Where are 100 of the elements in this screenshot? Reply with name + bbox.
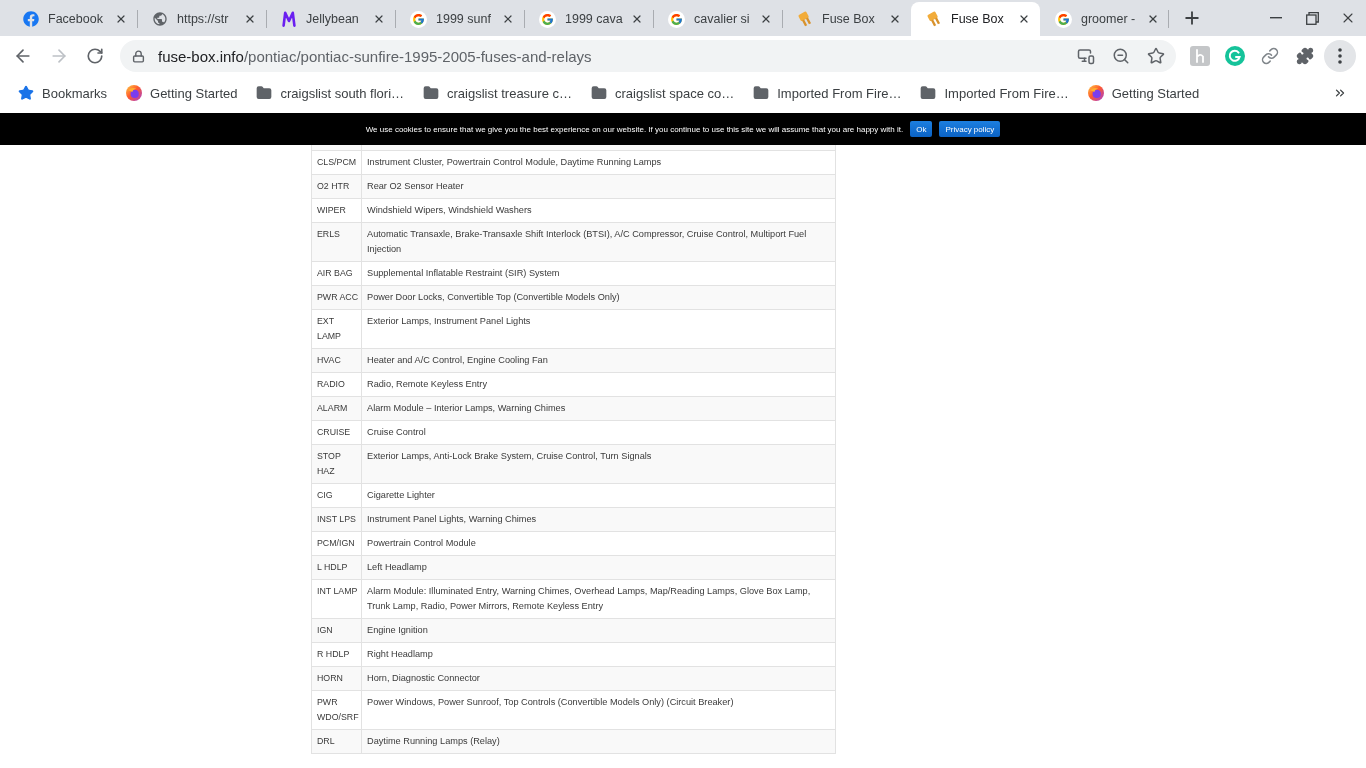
fuse-icon [926,11,942,27]
bookmark-button[interactable]: craigslist treasure c… [415,79,580,107]
url-text: fuse-box.info/pontiac/pontiac-sunfire-1995-2005-fuses-and-relays [158,47,592,65]
extension-tile-icon [1190,46,1210,66]
double-chevron-icon [1333,86,1347,100]
cookie-button[interactable]: Privacy policy [939,121,1001,137]
bookmark-button[interactable]: Getting Started [118,79,246,107]
table-cell: Heater and A/C Control, Engine Cooling Fan [361,348,836,372]
bookmark-button[interactable]: craigslist space co… [583,79,743,107]
browser-tab[interactable]: groomer - [1040,2,1169,36]
table-cell: Right Headlamp [361,642,836,666]
google-icon [539,10,556,28]
google-icon [1055,10,1072,28]
close-icon [631,13,643,25]
cookie-button[interactable]: Ok [910,121,933,137]
bookmark-button[interactable]: Bookmarks [10,79,116,107]
table-cell: WIPER [311,198,362,222]
facebook-icon [23,11,39,27]
table-cell: R HDLP [311,642,362,666]
browser-tab[interactable]: Jellybean [266,2,395,36]
reload-icon [86,47,104,65]
table-cell: PWR ACC [311,285,362,309]
close-icon [889,13,901,25]
close-icon [502,13,514,25]
zoom-out-icon [1112,47,1130,65]
folder-icon [256,85,273,101]
table-cell: Power Door Locks, Convertible Top (Convertible Models Only) [361,285,836,309]
g-circle-icon [1225,46,1245,66]
table-cell: Horn, Diagnostic Connector [361,666,836,690]
table-cell: Engine Ignition [361,618,836,642]
table-cell: Alarm Module – Interior Lamps, Warning Chimes [361,396,836,420]
folder-icon [920,85,937,101]
table-cell: DRL [311,729,362,753]
table-cell: IGN [311,618,362,642]
bookmark-button[interactable]: Imported From Fire… [745,79,910,107]
table-cell: EXT LAMP [311,309,362,348]
table-cell: Instrument Cluster, Powertrain Control Module, Daytime Running Lamps [361,150,836,174]
plus-icon [1182,8,1202,28]
browser-tab[interactable]: 1999 cava [524,2,653,36]
puzzle-icon [1296,47,1314,65]
google-icon [668,10,685,28]
close-icon [244,13,256,25]
star-icon [1147,47,1165,65]
devices-icon [1077,47,1095,65]
cookie-notice-text: We use cookies to ensure that we give you the best experience on our website. If you continue to use this site we will assume that you are happy with it. [365,124,904,134]
firefox-icon [1087,85,1104,101]
table-cell: CRUISE [311,420,362,444]
globe-icon [152,11,168,27]
browser-tab[interactable]: Fuse Box [782,2,911,36]
table-cell: PCM/IGN [311,531,362,555]
bookmark-button[interactable]: Imported From Fire… [912,79,1077,107]
table-cell: Supplemental Inflatable Restraint (SIR) System [361,261,836,285]
close-icon [1018,13,1030,25]
table-cell: PWR WDO/SRF [311,690,362,729]
table-cell: Power Windows, Power Sunroof, Top Controls (Convertible Models Only) (Circuit Breaker) [361,690,836,729]
table-cell: Rear O2 Sensor Heater [361,174,836,198]
table-cell: L HDLP [311,555,362,579]
browser-tab[interactable]: Fuse Box [911,2,1040,36]
close-icon [1147,13,1159,25]
folder-icon [423,85,440,101]
table-cell: Powertrain Control Module [361,531,836,555]
bookmark-button[interactable]: craigslist south flori… [248,79,413,107]
table-cell: HORN [311,666,362,690]
table-cell: Cruise Control [361,420,836,444]
star-icon [18,85,34,101]
minimize-icon [1270,17,1282,19]
m-logo-icon [281,11,297,27]
table-cell: AIR BAG [311,261,362,285]
table-cell: Exterior Lamps, Instrument Panel Lights [361,309,836,348]
menu-icon [1338,48,1342,64]
close-icon [373,13,385,25]
table-cell: Alarm Module: Illuminated Entry, Warning Chimes, Overhead Lamps, Map/Reading Lamps, Glove Box Lamp, Trunk Lamp, Radio, Power Mirrors, Remote Keyless Entry [361,579,836,618]
table-cell: INST LPS [311,507,362,531]
table-cell: ALARM [311,396,362,420]
browser-tab[interactable]: Facebook [8,2,137,36]
table-cell: Automatic Transaxle, Brake-Transaxle Shift Interlock (BTSI), A/C Compressor, Cruise Control, Multiport Fuel Injection [361,222,836,261]
close-icon [760,13,772,25]
table-cell: RADIO [311,372,362,396]
table-cell: CLS/PCM [311,150,362,174]
table-cell: STOP HAZ [311,444,362,483]
table-cell: INT LAMP [311,579,362,618]
table-cell: Radio, Remote Keyless Entry [361,372,836,396]
folder-icon [753,85,770,101]
table-cell: O2 HTR [311,174,362,198]
table-cell: Instrument Panel Lights, Warning Chimes [361,507,836,531]
browser-tab[interactable]: cavalier si [653,2,782,36]
fuse-icon [797,11,813,27]
chain-link-icon [1261,47,1279,65]
browser-tab[interactable]: 1999 sunf [395,2,524,36]
address-bar[interactable]: fuse-box.info/pontiac/pontiac-sunfire-1995-2005-fuses-and-relays [120,40,1176,72]
bookmark-button[interactable]: Getting Started [1079,79,1208,107]
restore-icon [1305,11,1319,25]
close-icon [115,13,127,25]
browser-tab[interactable]: https://str [137,2,266,36]
google-icon [410,10,427,28]
table-cell: ERLS [311,222,362,261]
table-cell: Exterior Lamps, Anti-Lock Brake System, Cruise Control, Turn Signals [361,444,836,483]
lock-icon [132,49,145,63]
menu-button[interactable] [1324,40,1356,72]
folder-icon [591,85,607,101]
